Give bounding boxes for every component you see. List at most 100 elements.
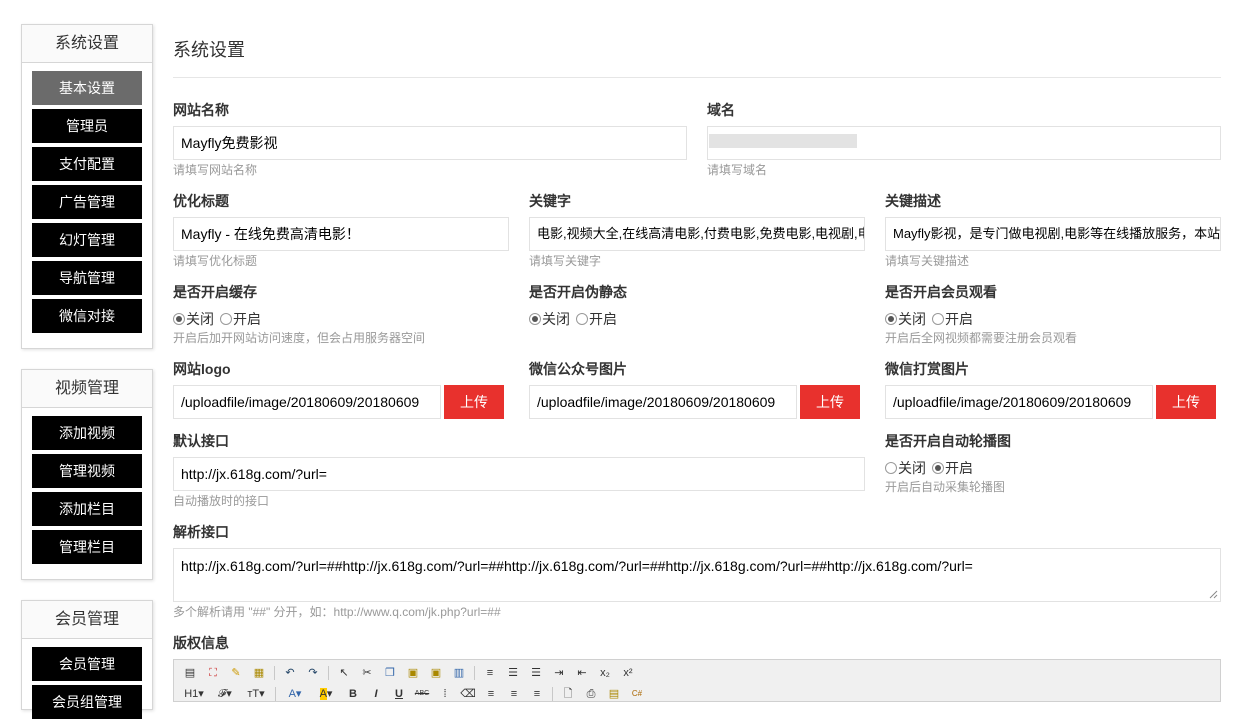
radio-unchecked-icon bbox=[576, 313, 588, 325]
align-center-icon[interactable]: ≡ bbox=[506, 687, 522, 701]
sidebar-item-manage-video[interactable]: 管理视频 bbox=[32, 454, 142, 488]
clear-format-icon[interactable]: ✎ bbox=[228, 666, 244, 680]
radio-unchecked-icon bbox=[885, 462, 897, 474]
reward-image-path-input[interactable]: /uploadfile/image/20180609/20180609 bbox=[885, 385, 1153, 419]
parse-api-label: 解析接口 bbox=[173, 524, 229, 540]
font-color-icon[interactable]: A▾ bbox=[283, 687, 307, 701]
member-watch-label: 是否开启会员观看 bbox=[885, 284, 997, 300]
copyright-label: 版权信息 bbox=[173, 635, 229, 651]
parse-api-help: 多个解析请用 "##" 分开，如：http://www.q.com/jk.php… bbox=[173, 605, 501, 619]
auto-carousel-off-option[interactable]: 关闭 bbox=[885, 459, 926, 477]
domain-help: 请填写域名 bbox=[707, 163, 768, 177]
site-name-input[interactable]: Mayfly免费影视 bbox=[173, 126, 687, 160]
template-icon[interactable]: ▤ bbox=[606, 687, 622, 701]
page-title: 系统设置 bbox=[173, 40, 245, 60]
redacted-domain bbox=[709, 134, 857, 148]
keywords-help: 请填写关键字 bbox=[529, 254, 602, 268]
sidebar-item-manage-category[interactable]: 管理栏目 bbox=[32, 530, 142, 564]
seo-title-label: 优化标题 bbox=[173, 193, 229, 209]
cache-off-option[interactable]: 关闭 bbox=[173, 310, 214, 328]
logo-path-input[interactable]: /uploadfile/image/20180609/20180609 bbox=[173, 385, 441, 419]
paste-icon[interactable]: ▣ bbox=[405, 666, 421, 680]
paste-plain-icon[interactable]: ▣ bbox=[428, 666, 444, 680]
remove-format-icon[interactable]: ⌫ bbox=[460, 687, 476, 701]
auto-carousel-on-option[interactable]: 开启 bbox=[932, 459, 973, 477]
line-height-icon[interactable]: ⁞ bbox=[437, 687, 453, 701]
site-name-help: 请填写网站名称 bbox=[173, 163, 258, 177]
underline-icon[interactable]: U bbox=[391, 687, 407, 701]
keywords-label: 关键字 bbox=[529, 193, 571, 209]
fullscreen-icon[interactable]: ⛶ bbox=[205, 666, 221, 680]
indent-icon[interactable]: ⇥ bbox=[551, 666, 567, 680]
parse-api-textarea[interactable]: http://jx.618g.com/?url=##http://jx.618g… bbox=[173, 548, 1221, 602]
sidebar-item-add-category[interactable]: 添加栏目 bbox=[32, 492, 142, 526]
description-input[interactable]: Mayfly影视，是专门做电视剧,电影等在线播放服务，本站 bbox=[885, 217, 1221, 251]
pseudo-static-radio-group: 关闭 开启 bbox=[529, 310, 623, 328]
heading-icon[interactable]: H1▾ bbox=[182, 687, 206, 701]
pseudo-static-on-option[interactable]: 开启 bbox=[576, 310, 617, 328]
sidebar-item-member-groups[interactable]: 会员组管理 bbox=[32, 685, 142, 719]
cache-radio-group: 关闭 开启 bbox=[173, 310, 267, 328]
wechat-image-path-input[interactable]: /uploadfile/image/20180609/20180609 bbox=[529, 385, 797, 419]
sidebar-item-members[interactable]: 会员管理 bbox=[32, 647, 142, 681]
member-watch-help: 开启后全网视频都需要注册会员观看 bbox=[885, 331, 1078, 345]
wechat-image-upload-button[interactable]: 上传 bbox=[800, 385, 860, 419]
radio-unchecked-icon bbox=[932, 313, 944, 325]
description-help: 请填写关键描述 bbox=[885, 254, 970, 268]
member-watch-off-option[interactable]: 关闭 bbox=[885, 310, 926, 328]
font-size-icon[interactable]: ᴛT▾ bbox=[244, 687, 268, 701]
cache-on-option[interactable]: 开启 bbox=[220, 310, 261, 328]
sidebar-item-payment[interactable]: 支付配置 bbox=[32, 147, 142, 181]
pseudo-static-off-option[interactable]: 关闭 bbox=[529, 310, 570, 328]
seo-title-input[interactable]: Mayfly - 在线免费高清电影！ bbox=[173, 217, 509, 251]
paste-word-icon[interactable]: ▥ bbox=[451, 666, 467, 680]
sidebar-item-ads[interactable]: 广告管理 bbox=[32, 185, 142, 219]
bold-icon[interactable]: B bbox=[345, 687, 361, 701]
paste-text-icon[interactable]: ▦ bbox=[251, 666, 267, 680]
print-icon[interactable]: ⎙ bbox=[583, 687, 599, 701]
sidebar-group-title: 系统设置 bbox=[22, 25, 152, 63]
description-label: 关键描述 bbox=[885, 193, 941, 209]
sidebar-item-wechat[interactable]: 微信对接 bbox=[32, 299, 142, 333]
redo-icon[interactable]: ↷ bbox=[305, 666, 321, 680]
sidebar-item-slides[interactable]: 幻灯管理 bbox=[32, 223, 142, 257]
member-watch-on-option[interactable]: 开启 bbox=[932, 310, 973, 328]
source-icon[interactable]: ▤ bbox=[182, 666, 198, 680]
sidebar-item-admins[interactable]: 管理员 bbox=[32, 109, 142, 143]
outdent-icon[interactable]: ⇤ bbox=[574, 666, 590, 680]
preview-icon[interactable]: 🗋 bbox=[560, 687, 576, 701]
sidebar-item-navigation[interactable]: 导航管理 bbox=[32, 261, 142, 295]
superscript-icon[interactable]: x² bbox=[620, 666, 636, 680]
justify-full-icon[interactable]: ≡ bbox=[482, 666, 498, 680]
undo-icon[interactable]: ↶ bbox=[282, 666, 298, 680]
default-api-help: 自动播放时的接口 bbox=[173, 494, 270, 508]
radio-checked-icon bbox=[529, 313, 541, 325]
unordered-list-icon[interactable]: ☰ bbox=[528, 666, 544, 680]
align-right-icon[interactable]: ≡ bbox=[529, 687, 545, 701]
resize-handle-icon[interactable] bbox=[1209, 590, 1218, 599]
reward-image-upload-button[interactable]: 上传 bbox=[1156, 385, 1216, 419]
logo-upload-button[interactable]: 上传 bbox=[444, 385, 504, 419]
default-api-input[interactable]: http://jx.618g.com/?url= bbox=[173, 457, 865, 491]
code-icon[interactable]: C# bbox=[629, 687, 645, 701]
font-family-icon[interactable]: 𝓕▾ bbox=[213, 687, 237, 701]
keywords-input[interactable]: 电影,视频大全,在线高清电影,付费电影,免费电影,电视剧,电 bbox=[529, 217, 865, 251]
pseudo-static-label: 是否开启伪静态 bbox=[529, 284, 627, 300]
reward-image-label: 微信打赏图片 bbox=[885, 361, 969, 377]
sidebar-item-add-video[interactable]: 添加视频 bbox=[32, 416, 142, 450]
strikethrough-icon[interactable]: ABC bbox=[414, 687, 430, 701]
member-watch-radio-group: 关闭 开启 bbox=[885, 310, 979, 328]
editor-toolbar-row-1: ▤ ⛶ ✎ ▦ ↶ ↷ ↖ ✂ ❐ ▣ ▣ ▥ ≡ ☰ ☰ ⇥ ⇤ x₂ x² bbox=[182, 663, 643, 683]
italic-icon[interactable]: I bbox=[368, 687, 384, 701]
ordered-list-icon[interactable]: ☰ bbox=[505, 666, 521, 680]
copyright-editor[interactable]: ▤ ⛶ ✎ ▦ ↶ ↷ ↖ ✂ ❐ ▣ ▣ ▥ ≡ ☰ ☰ ⇥ ⇤ x₂ x² … bbox=[173, 659, 1221, 702]
auto-carousel-label: 是否开启自动轮播图 bbox=[885, 433, 1011, 449]
sidebar-item-basic-settings[interactable]: 基本设置 bbox=[32, 71, 142, 105]
select-icon[interactable]: ↖ bbox=[336, 666, 352, 680]
align-left-icon[interactable]: ≡ bbox=[483, 687, 499, 701]
cut-icon[interactable]: ✂ bbox=[359, 666, 375, 680]
highlight-icon[interactable]: A▾ bbox=[314, 687, 338, 701]
copy-icon[interactable]: ❐ bbox=[382, 666, 398, 680]
sidebar-group-video: 视频管理 添加视频 管理视频 添加栏目 管理栏目 bbox=[21, 369, 153, 580]
subscript-icon[interactable]: x₂ bbox=[597, 666, 613, 680]
